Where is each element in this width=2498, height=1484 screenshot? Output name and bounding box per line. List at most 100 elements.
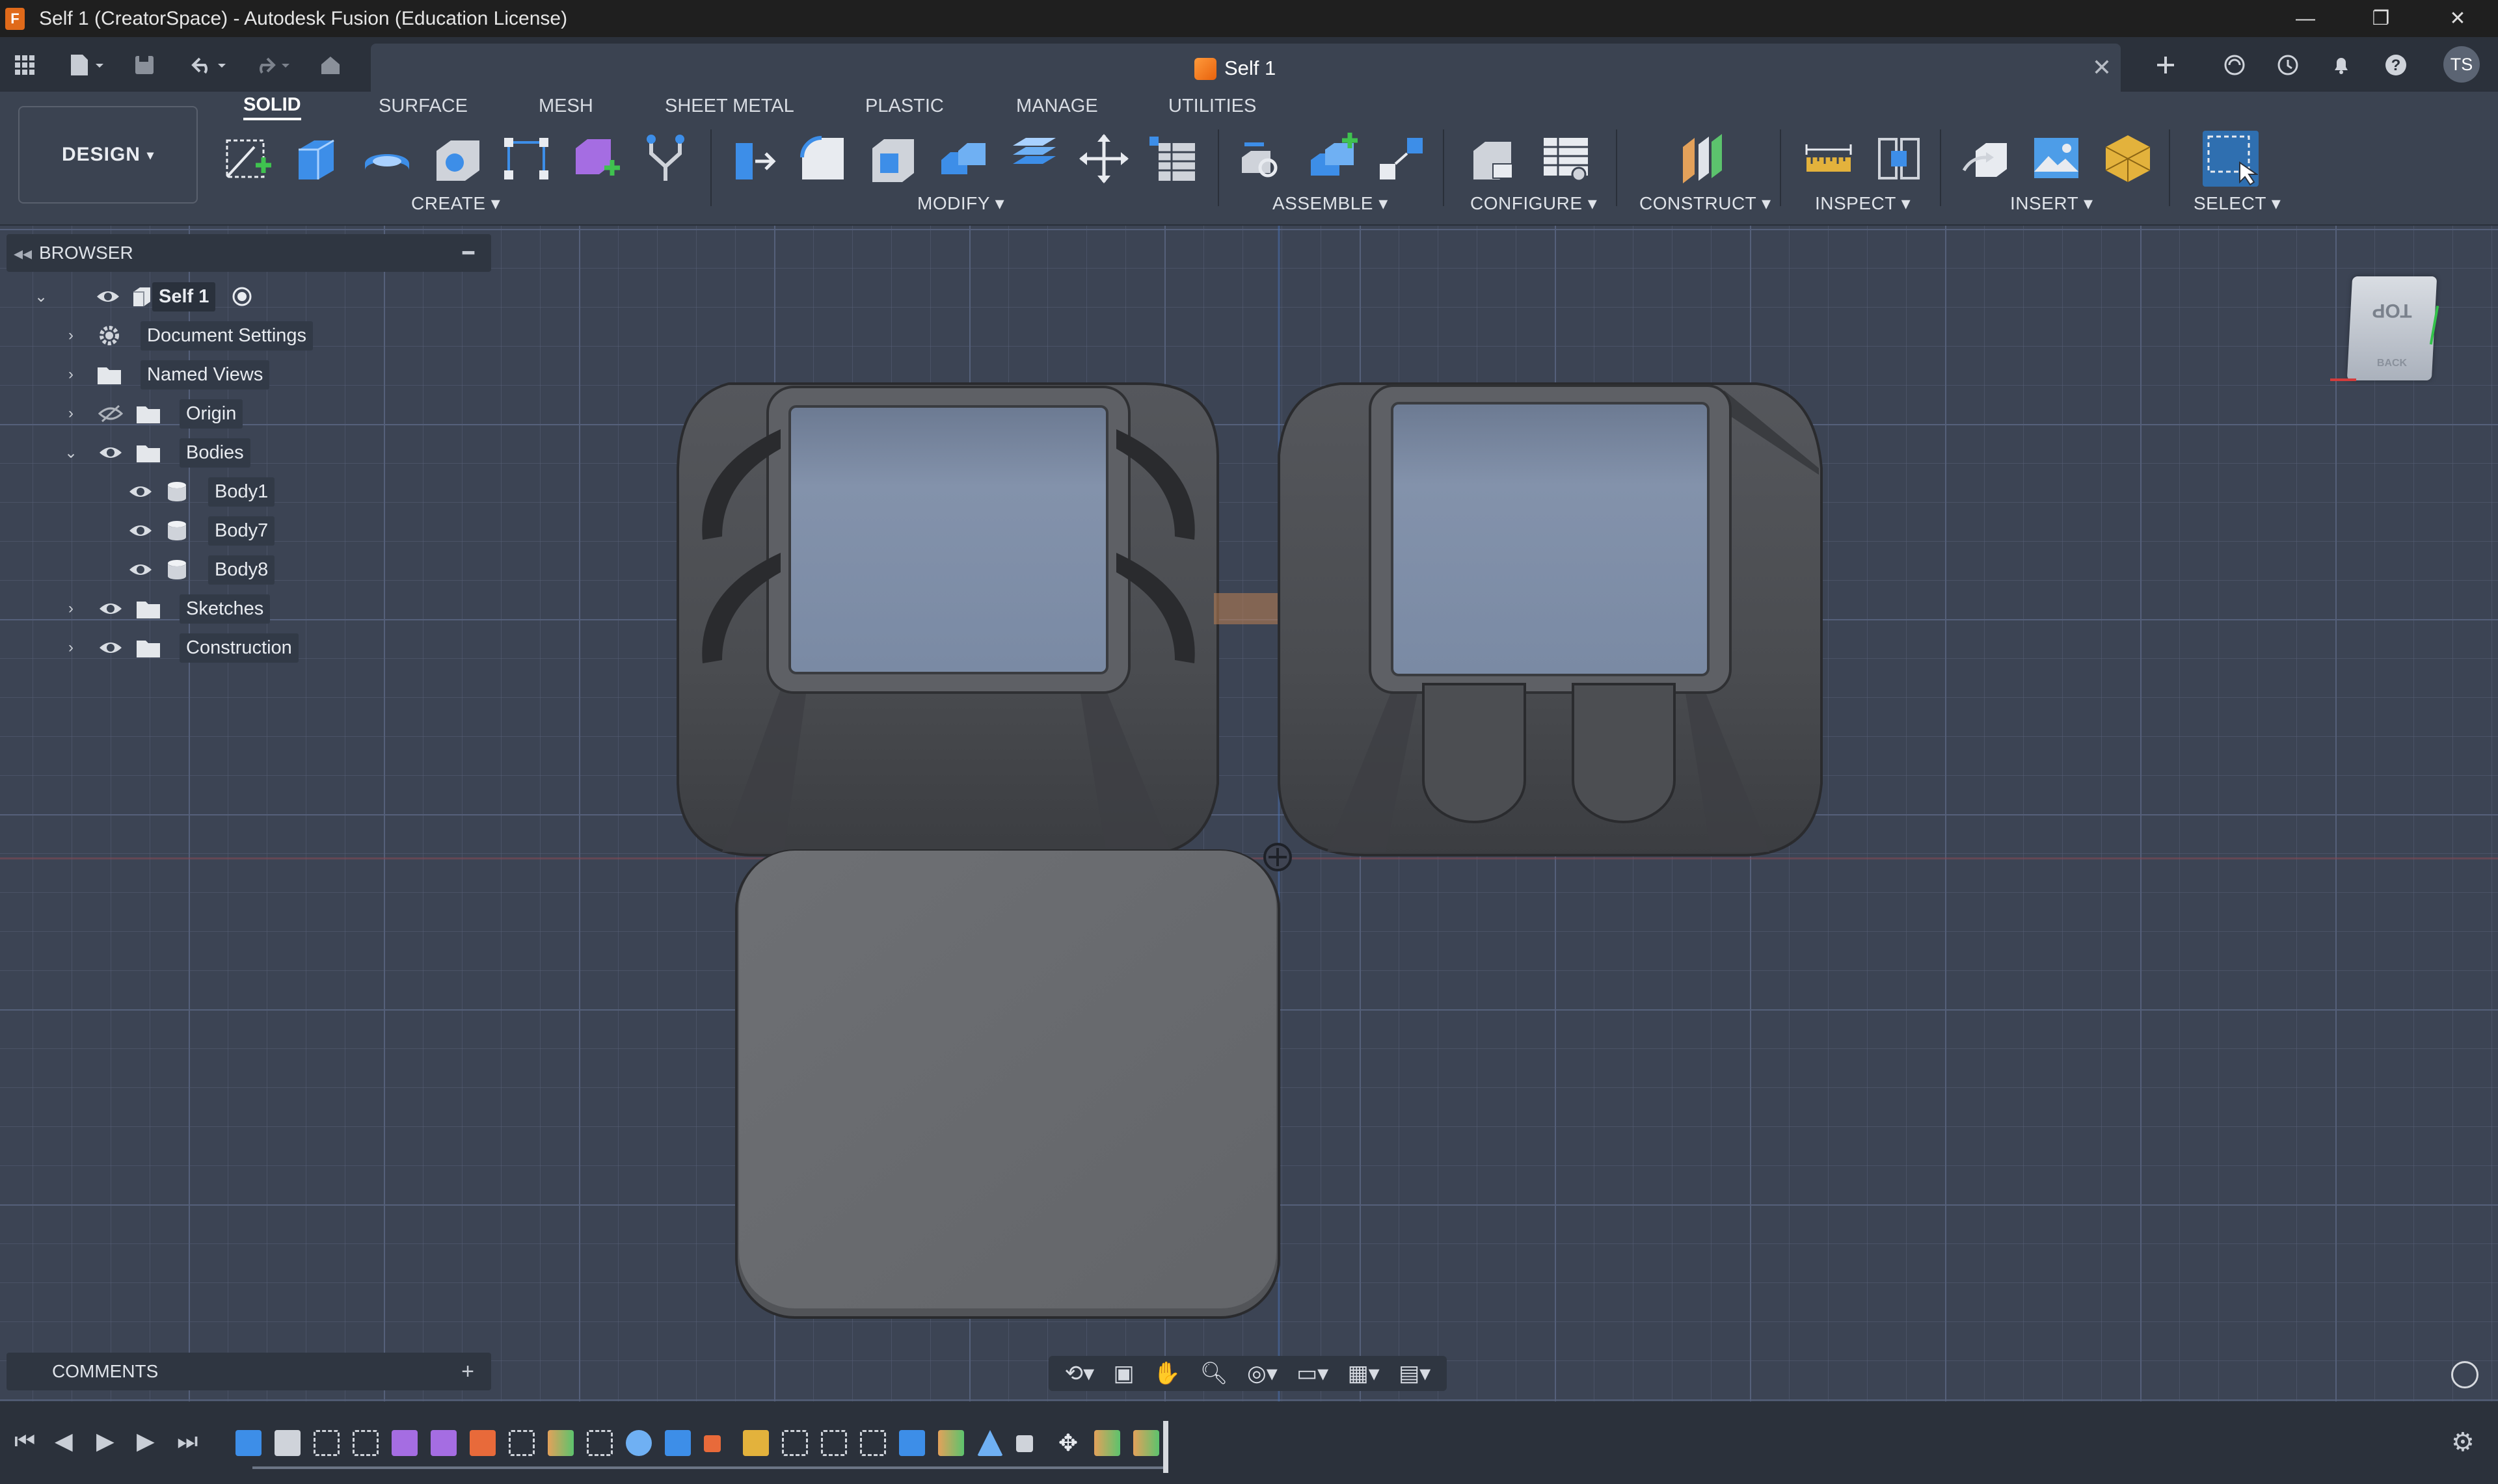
orbit-icon[interactable]: ⟲▾	[1065, 1360, 1095, 1386]
redo-icon[interactable]	[247, 49, 297, 81]
restore-button[interactable]: ❐	[2343, 0, 2419, 37]
close-window-button[interactable]: ✕	[2420, 0, 2495, 37]
timeline-feature-form[interactable]	[392, 1430, 418, 1456]
configuration-table-icon[interactable]	[1538, 131, 1594, 187]
configure-menu[interactable]: CONFIGURE ▾	[1470, 192, 1597, 214]
combine-icon[interactable]	[935, 131, 991, 187]
inspect-menu[interactable]: INSPECT ▾	[1815, 192, 1911, 214]
timeline-feature-move[interactable]	[704, 1435, 721, 1452]
move-copy-icon[interactable]	[1076, 131, 1132, 187]
tab-solid[interactable]: SOLID	[243, 92, 301, 120]
tab-sheet-metal[interactable]: SHEET METAL	[665, 92, 794, 120]
collapse-panel-icon[interactable]: ◂◂	[7, 243, 39, 264]
timeline-feature-sketch[interactable]	[314, 1430, 340, 1456]
active-component-radio-icon[interactable]	[229, 284, 255, 310]
insert-derive-icon[interactable]	[1958, 131, 2014, 187]
chevron-down-icon[interactable]: ⌄	[61, 444, 81, 462]
tab-mesh[interactable]: MESH	[539, 92, 593, 120]
new-tab-button[interactable]	[2151, 50, 2181, 80]
offset-plane-icon[interactable]	[1673, 131, 1729, 187]
insert-mesh-icon[interactable]	[2100, 131, 2156, 187]
view-cube[interactable]: TOP BACK	[2330, 273, 2439, 384]
create-sketch-icon[interactable]	[220, 131, 276, 187]
close-tab-button[interactable]: ✕	[2092, 54, 2112, 81]
display-settings-icon[interactable]: ▭▾	[1296, 1360, 1328, 1386]
measure-icon[interactable]	[1801, 131, 1857, 187]
tab-plastic[interactable]: PLASTIC	[865, 92, 944, 120]
display-mode-icon[interactable]	[2451, 1361, 2478, 1388]
viewports-icon[interactable]: ▤▾	[1399, 1360, 1430, 1386]
help-icon[interactable]: ?	[2381, 50, 2411, 80]
select-menu[interactable]: SELECT ▾	[2194, 192, 2281, 214]
tab-surface[interactable]: SURFACE	[379, 92, 468, 120]
timeline-feature-extrude[interactable]	[235, 1430, 262, 1456]
eye-visibility-icon[interactable]	[98, 440, 124, 466]
tree-item-bodies[interactable]: ⌄ Bodies	[26, 436, 351, 470]
timeline-marker[interactable]	[1163, 1421, 1168, 1473]
zoom-icon[interactable]: 🔍︎	[1200, 1360, 1228, 1386]
timeline-feature-plane[interactable]	[1133, 1430, 1159, 1456]
timeline-feature-mesh[interactable]	[743, 1430, 769, 1456]
chevron-right-icon[interactable]: ›	[61, 600, 81, 618]
timeline-feature-combine[interactable]	[470, 1430, 496, 1456]
timeline-feature-sketch[interactable]	[353, 1430, 379, 1456]
construct-menu[interactable]: CONSTRUCT ▾	[1639, 192, 1771, 214]
insert-canvas-icon[interactable]	[2028, 131, 2084, 187]
workspace-switcher[interactable]: DESIGN ▾	[18, 106, 198, 204]
apps-grid-icon[interactable]	[10, 49, 39, 81]
chevron-right-icon[interactable]: ›	[61, 404, 81, 423]
joint-icon[interactable]	[1304, 131, 1360, 187]
tab-manage[interactable]: MANAGE	[1016, 92, 1098, 120]
eye-hidden-icon[interactable]	[98, 401, 124, 427]
file-menu-icon[interactable]	[62, 49, 111, 81]
timeline-feature-extrude[interactable]	[899, 1430, 925, 1456]
chevron-right-icon[interactable]: ›	[61, 365, 81, 384]
timeline-feature-plane[interactable]	[1094, 1430, 1120, 1456]
chevron-right-icon[interactable]: ›	[61, 639, 81, 657]
play-icon[interactable]: ▶	[96, 1427, 114, 1455]
job-status-icon[interactable]	[2273, 50, 2303, 80]
change-parameters-icon[interactable]	[1145, 131, 1201, 187]
timeline-feature-sketch[interactable]	[587, 1430, 613, 1456]
eye-visibility-icon[interactable]	[128, 518, 154, 544]
tree-item-body7[interactable]: Body7	[26, 514, 351, 548]
fit-view-icon[interactable]: ◎▾	[1247, 1360, 1278, 1386]
timeline-feature-joint[interactable]	[1016, 1435, 1033, 1452]
undo-icon[interactable]	[183, 49, 233, 81]
timeline-feature-fillet[interactable]	[275, 1430, 301, 1456]
timeline-feature-form[interactable]	[431, 1430, 457, 1456]
eye-visibility-icon[interactable]	[98, 635, 124, 661]
go-to-start-icon[interactable]: ⏮	[14, 1427, 35, 1455]
tree-root-self1[interactable]: ⌄ Self 1	[26, 280, 286, 313]
hole-icon[interactable]	[429, 131, 485, 187]
tree-item-body8[interactable]: Body8	[26, 553, 351, 587]
minimize-browser-button[interactable]: ━	[463, 242, 474, 265]
revolve-icon[interactable]	[359, 131, 415, 187]
eye-visibility-icon[interactable]	[128, 479, 154, 505]
tree-item-sketches[interactable]: › Sketches	[26, 592, 351, 626]
step-forward-icon[interactable]: ▶	[137, 1427, 155, 1455]
timeline-feature-sketch[interactable]	[509, 1430, 535, 1456]
shell-icon[interactable]	[865, 131, 921, 187]
add-comment-button[interactable]: +	[461, 1359, 474, 1385]
timeline-feature-plane[interactable]	[548, 1430, 574, 1456]
press-pull-icon[interactable]	[726, 131, 782, 187]
chevron-down-icon[interactable]: ⌄	[31, 287, 51, 306]
insert-menu[interactable]: INSERT ▾	[2010, 192, 2093, 214]
look-at-icon[interactable]: ▣	[1114, 1360, 1135, 1386]
save-icon[interactable]	[130, 49, 159, 81]
pattern-icon[interactable]	[498, 131, 554, 187]
as-built-joint-icon[interactable]	[1374, 131, 1430, 187]
timeline-feature-extrude[interactable]	[665, 1430, 691, 1456]
pan-hand-icon[interactable]: ✋	[1153, 1360, 1181, 1386]
minimize-button[interactable]: —	[2268, 0, 2343, 37]
extrude-icon[interactable]	[289, 131, 345, 187]
fillet-icon[interactable]	[795, 131, 851, 187]
document-tab[interactable]: Self 1 ✕	[371, 44, 2121, 92]
timeline-feature-sketch[interactable]	[860, 1430, 886, 1456]
window-select-icon[interactable]	[2203, 131, 2259, 187]
new-component-icon[interactable]	[1235, 131, 1291, 187]
create-menu[interactable]: CREATE ▾	[411, 192, 500, 214]
home-icon[interactable]	[316, 49, 345, 81]
timeline-feature-mirror[interactable]	[977, 1430, 1003, 1456]
